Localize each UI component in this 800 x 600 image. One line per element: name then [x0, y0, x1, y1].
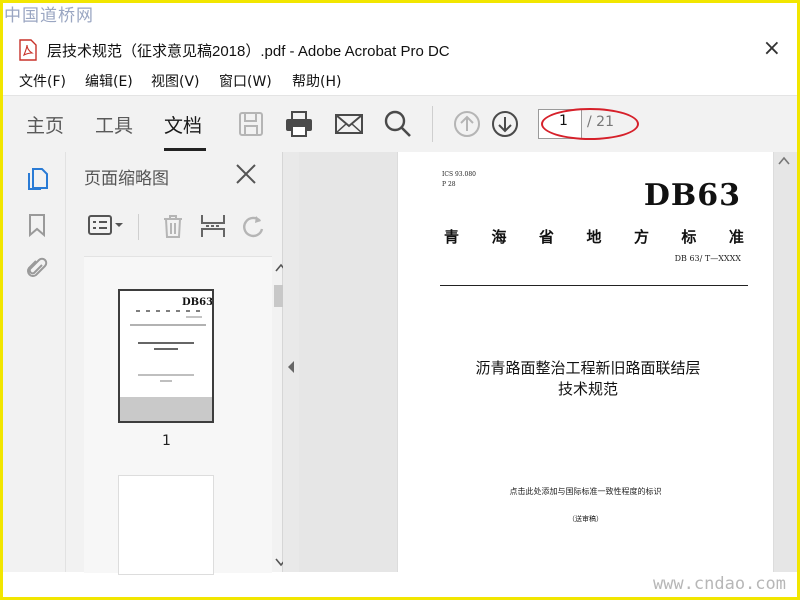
document-view: ICS 93.080 P 28 DB63 青 海 省 地 方 标 准 DB 63… [299, 152, 797, 572]
page-thumbnails-icon[interactable] [24, 166, 50, 192]
province-char: 标 [681, 228, 697, 246]
document-scrollbar[interactable] [777, 152, 791, 572]
svg-text:DB63: DB63 [182, 297, 212, 308]
panel-toolbar-separator [138, 214, 139, 240]
insert-page-icon[interactable] [198, 212, 228, 240]
tab-document[interactable]: 文档 [164, 111, 202, 138]
delete-icon[interactable] [158, 212, 188, 240]
pdf-file-icon [19, 39, 37, 61]
menu-view[interactable]: 视图(V) [151, 71, 200, 91]
page-thumbnail-1[interactable]: DB63 [118, 289, 214, 423]
close-icon[interactable] [234, 162, 258, 186]
thumbnail-page-number: 1 [162, 433, 171, 449]
page-thumbnail-2[interactable] [118, 475, 214, 575]
province-char: 地 [586, 228, 602, 246]
red-highlight-annotation [541, 108, 639, 140]
title-line-1: 沥青路面整治工程新旧路面联结层 [475, 359, 701, 377]
window-title: 层技术规范（征求意见稿2018）.pdf - Adobe Acrobat Pro… [47, 43, 450, 60]
panel-title: 页面缩略图 [84, 169, 169, 189]
province-char: 方 [633, 228, 649, 246]
toolbar-separator [432, 106, 433, 142]
p-code: P 28 [442, 181, 456, 188]
draft-label: （送审稿） [568, 515, 603, 523]
print-icon[interactable] [283, 108, 315, 140]
title-line-2: 技术规范 [557, 380, 618, 398]
tab-tools[interactable]: 工具 [95, 111, 133, 138]
province-char: 青 [444, 228, 460, 246]
bookmark-icon[interactable] [24, 212, 50, 238]
search-icon[interactable] [382, 108, 414, 140]
doc-scroll-up-icon[interactable] [778, 156, 790, 166]
pdf-page-1: ICS 93.080 P 28 DB63 青 海 省 地 方 标 准 DB 63… [397, 152, 774, 572]
email-icon[interactable] [333, 108, 365, 140]
thumbnail-list: DB63 1 [84, 256, 290, 575]
province-char: 省 [538, 228, 554, 246]
header-rule [440, 285, 748, 286]
watermark-bottom: www.cndao.com [652, 574, 786, 594]
title-bar: 层技术规范（征求意见稿2018）.pdf - Adobe Acrobat Pro… [3, 34, 797, 66]
province-char: 海 [491, 228, 507, 246]
document-title: 沥青路面整治工程新旧路面联结层 技术规范 [438, 358, 738, 400]
options-menu-icon[interactable] [86, 212, 126, 240]
menu-window[interactable]: 窗口(W) [219, 71, 272, 91]
close-window-button[interactable]: × [763, 36, 781, 61]
province-heading: 青 海 省 地 方 标 准 [444, 226, 744, 247]
menu-file[interactable]: 文件(F) [19, 71, 66, 91]
next-page-icon[interactable] [489, 108, 521, 140]
attachment-icon[interactable] [24, 256, 50, 282]
watermark-top: 中国道桥网 [4, 6, 94, 26]
standard-number: DB 63/ T—XXXX [674, 254, 741, 263]
panel-toolbar [66, 200, 282, 250]
standard-code: DB63 [643, 178, 741, 213]
menu-help[interactable]: 帮助(H) [292, 71, 341, 91]
rotate-icon[interactable] [238, 212, 268, 240]
menu-bar: 文件(F) 编辑(E) 视图(V) 窗口(W) 帮助(H) [3, 68, 797, 94]
navigation-rail [3, 152, 66, 572]
main-toolbar: 主页 工具 文档 1 / 21 [3, 95, 797, 153]
ics-code: ICS 93.080 [442, 171, 476, 178]
panel-collapse-handle[interactable] [283, 152, 299, 572]
consistency-note: 点击此处添加与国际标准一致性程度的标识 [509, 487, 662, 496]
active-tab-indicator [164, 148, 206, 151]
thumbnail-footer-band [120, 397, 212, 421]
collapse-left-icon[interactable] [286, 360, 296, 374]
province-char: 准 [728, 228, 744, 246]
menu-edit[interactable]: 编辑(E) [85, 71, 133, 91]
previous-page-icon[interactable] [451, 108, 483, 140]
save-icon[interactable] [235, 108, 267, 140]
thumbnail-panel: 页面缩略图 DB63 1 [66, 152, 290, 575]
tab-home[interactable]: 主页 [26, 111, 64, 138]
